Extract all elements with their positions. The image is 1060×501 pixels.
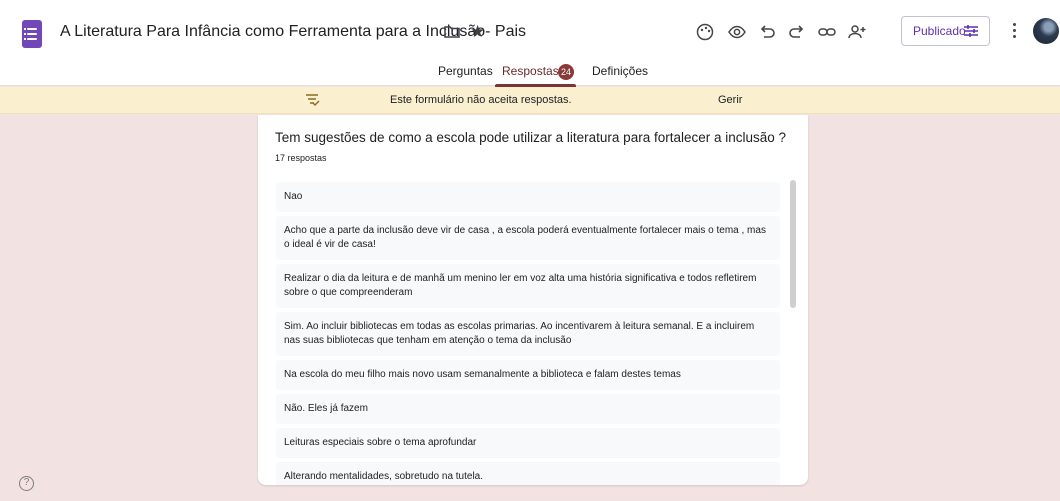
tab-perguntas[interactable]: Perguntas: [438, 64, 493, 78]
answer-item: Alterando mentalidades, sobretudo na tut…: [276, 462, 780, 485]
publish-button[interactable]: Publicado: [901, 16, 990, 46]
star-icon[interactable]: ★: [470, 23, 485, 41]
preview-eye-icon[interactable]: [726, 21, 748, 43]
responses-closed-banner: Este formulário não aceita respostas. Ge…: [0, 87, 1060, 114]
answer-item: Na escola do meu filho mais novo usam se…: [276, 360, 780, 390]
palette-icon[interactable]: [694, 21, 716, 43]
answer-item: Não. Eles já fazem: [276, 394, 780, 424]
avatar[interactable]: [1033, 18, 1059, 44]
answer-item: Acho que a parte da inclusão deve vir de…: [276, 216, 780, 260]
tab-respostas[interactable]: Respostas: [502, 64, 559, 78]
banner-message: Este formulário não aceita respostas.: [390, 94, 572, 106]
answers-scrollbar[interactable]: [790, 180, 796, 308]
link-icon[interactable]: [816, 21, 838, 43]
responses-off-icon: [306, 94, 320, 106]
question-title: Tem sugestões de como a escola pode util…: [275, 130, 787, 145]
manage-button[interactable]: Gerir: [718, 94, 742, 106]
answer-item: Sim. Ao incluir bibliotecas em todas as …: [276, 312, 780, 356]
response-count: 17 respostas: [275, 153, 327, 163]
forms-app-icon[interactable]: [22, 20, 42, 48]
add-collaborator-icon[interactable]: [846, 21, 868, 43]
answers-list[interactable]: Nao Acho que a parte da inclusão deve vi…: [276, 182, 780, 485]
top-bar: A Literatura Para Infância como Ferramen…: [0, 0, 1060, 87]
folder-icon[interactable]: [444, 26, 460, 38]
more-vert-icon[interactable]: [1007, 20, 1021, 42]
publish-settings-icon: [964, 25, 978, 37]
undo-icon[interactable]: [756, 21, 778, 43]
tab-bar: Perguntas Respostas Definições: [0, 58, 1060, 87]
responses-count-badge: 24: [558, 64, 574, 80]
help-icon[interactable]: ?: [19, 476, 34, 491]
answer-item: Nao: [276, 182, 780, 212]
tab-definicoes[interactable]: Definições: [592, 64, 648, 78]
publish-label: Publicado: [913, 24, 966, 38]
answer-item: Realizar o dia da leitura e de manhã um …: [276, 264, 780, 308]
redo-icon[interactable]: [786, 21, 808, 43]
question-card: Tem sugestões de como a escola pode util…: [258, 115, 808, 485]
answer-item: Leituras especiais sobre o tema aprofund…: [276, 428, 780, 458]
